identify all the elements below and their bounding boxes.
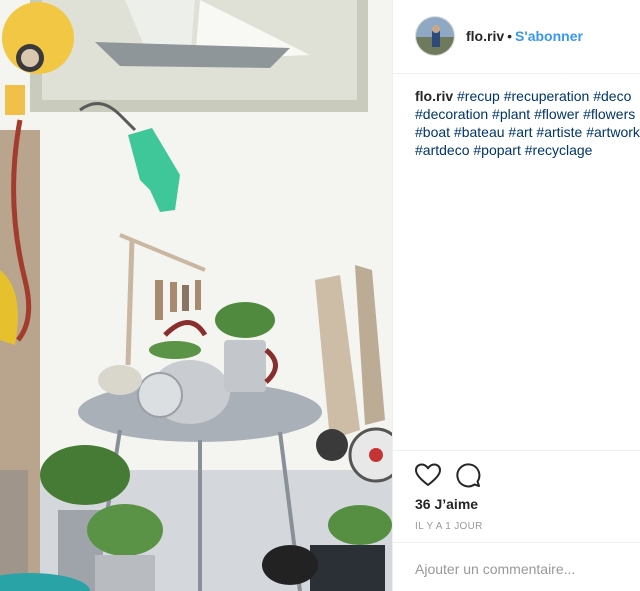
caption-line: #decoration #plant #flower #flowers	[415, 105, 640, 123]
separator-dot: •	[507, 28, 513, 44]
caption-line: #artdeco #popart #recyclage	[415, 141, 640, 159]
caption-line: #boat #bateau #art #artiste #artwork	[415, 123, 640, 141]
comment-box	[393, 542, 640, 591]
follow-button[interactable]: S'abonner	[515, 28, 583, 44]
caption-hashtags[interactable]: #decoration #plant #flower #flowers	[415, 106, 635, 122]
post-side-panel: flo.riv • S'abonner flo.riv #recup #recupe…	[392, 0, 640, 591]
heart-icon	[415, 463, 441, 486]
likes-count[interactable]: 36 J’aime	[415, 496, 478, 512]
post-timestamp[interactable]: IL Y A 1 JOUR	[415, 521, 483, 532]
post-caption: flo.riv #recup #recuperation #deco #deco…	[415, 87, 640, 159]
comment-input[interactable]	[415, 561, 635, 577]
caption-hashtags[interactable]: #recup #recuperation #deco	[457, 88, 631, 104]
caption-line: flo.riv #recup #recuperation #deco	[415, 87, 640, 105]
username-link[interactable]: flo.riv	[466, 28, 504, 44]
avatar-image	[416, 17, 454, 55]
post-actions: 36 J’aime IL Y A 1 JOUR	[393, 450, 640, 590]
post-photo[interactable]	[0, 0, 392, 591]
post-header: flo.riv • S'abonner	[393, 0, 640, 74]
comment-button[interactable]	[454, 461, 482, 489]
caption-username[interactable]: flo.riv	[415, 88, 453, 104]
caption-hashtags[interactable]: #artdeco #popart #recyclage	[415, 142, 592, 158]
header-text: flo.riv • S'abonner	[466, 28, 583, 44]
caption-hashtags[interactable]: #boat #bateau #art #artiste #artwork	[415, 124, 640, 140]
avatar[interactable]	[415, 16, 455, 56]
comment-bubble-icon	[456, 463, 481, 488]
photo-illustration	[0, 0, 392, 591]
like-button[interactable]	[414, 461, 442, 489]
